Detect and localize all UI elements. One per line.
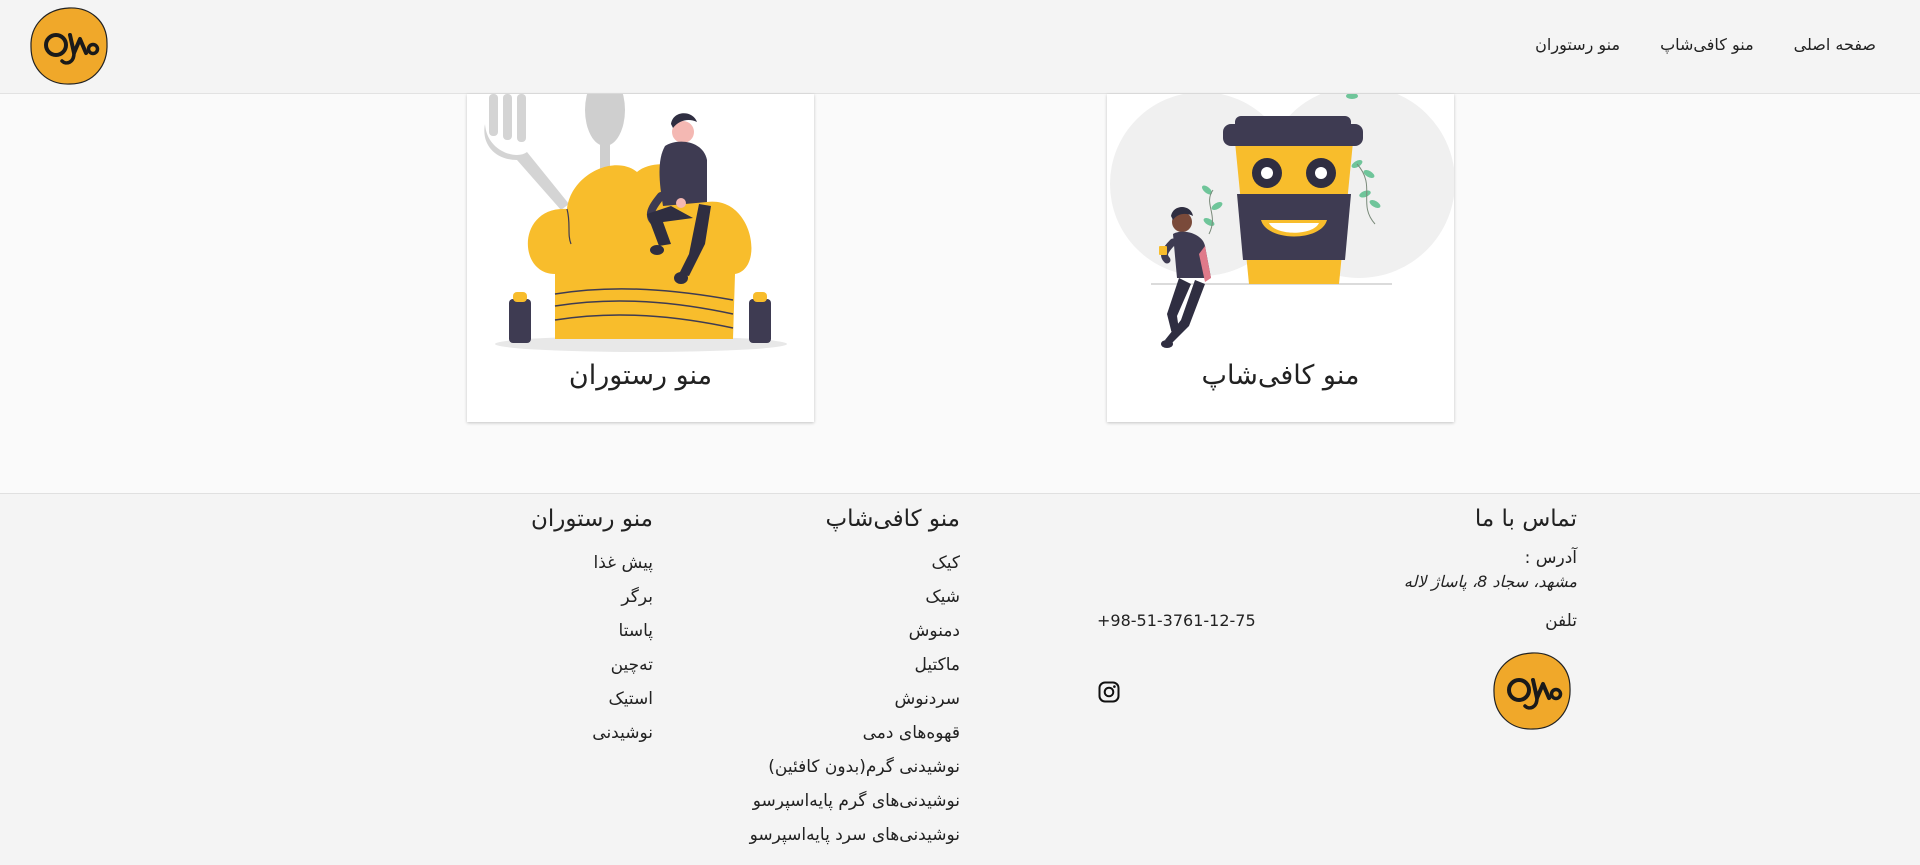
nav-restaurant-menu-link[interactable]: منو رستوران (1535, 35, 1620, 54)
restaurant-menu-list: پیش غذا برگر پاستا ته‌چین استیک نوشیدنی (453, 546, 653, 750)
restaurant-menu-link[interactable]: پاستا (619, 621, 653, 641)
restaurant-menu-item: ته‌چین (453, 648, 653, 682)
restaurant-menu-link[interactable]: استیک (609, 689, 653, 709)
cafe-menu-item: قهوه‌های دمی (700, 716, 960, 750)
cafe-card-title: منو کافی‌شاپ (1201, 360, 1360, 391)
nav-cafe-menu-link[interactable]: منو کافی‌شاپ (1660, 35, 1754, 54)
restaurant-menu-card[interactable]: منو رستوران (467, 94, 814, 422)
site-header: صفحه اصلی منو کافی‌شاپ منو رستوران (0, 0, 1920, 94)
cafe-menu-item: دمنوش (700, 614, 960, 648)
restaurant-menu-item: استیک (453, 682, 653, 716)
cafe-menu-list: کیک شیک دمنوش ماکتیل سردنوش قهوه‌های دمی… (700, 546, 960, 852)
cafe-menu-item: نوشیدنی‌های سرد پایه‌اسپرسو (700, 818, 960, 852)
cafe-menu-link[interactable]: سردنوش (895, 689, 960, 709)
brand-logo-icon (30, 7, 108, 85)
restaurant-menu-section: منو رستوران پیش غذا برگر پاستا ته‌چین اس… (453, 506, 653, 750)
restaurant-menu-item: نوشیدنی (453, 716, 653, 750)
footer-logo-icon (1493, 652, 1571, 730)
contact-title: تماس با ما (1474, 506, 1577, 532)
nav-home-link[interactable]: صفحه اصلی (1794, 35, 1876, 54)
cafe-menu-item: نوشیدنی گرم(بدون کافئین) (700, 750, 960, 784)
restaurant-menu-link[interactable]: برگر (621, 587, 653, 607)
restaurant-menu-title: منو رستوران (530, 506, 653, 532)
cafe-menu-link[interactable]: دمنوش (909, 621, 960, 641)
cafe-menu-link[interactable]: قهوه‌های دمی (863, 723, 960, 743)
cafe-menu-item: نوشیدنی‌های گرم پایه‌اسپرسو (700, 784, 960, 818)
restaurant-menu-link[interactable]: ته‌چین (611, 655, 653, 675)
site-footer: تماس با ما آدرس : مشهد، سجاد 8، پاساژ لا… (0, 493, 1920, 865)
cafe-menu-link[interactable]: ماکتیل (914, 655, 960, 675)
restaurant-menu-item: برگر (453, 580, 653, 614)
instagram-icon[interactable] (1097, 680, 1121, 704)
restaurant-menu-item: پاستا (453, 614, 653, 648)
restaurant-menu-link[interactable]: پیش غذا (594, 553, 653, 573)
cafe-menu-item: ماکتیل (700, 648, 960, 682)
contact-section: تماس با ما آدرس : مشهد، سجاد 8، پاساژ لا… (1097, 506, 1577, 738)
cafe-menu-item: سردنوش (700, 682, 960, 716)
phone-value[interactable]: +98-51-3761-12-75 (1097, 604, 1256, 638)
restaurant-menu-item: پیش غذا (453, 546, 653, 580)
phone-row: تلفن +98-51-3761-12-75 (1097, 604, 1577, 638)
restaurant-menu-link[interactable]: نوشیدنی (592, 723, 653, 743)
main-nav: صفحه اصلی منو کافی‌شاپ منو رستوران (1535, 35, 1876, 54)
chef-hat-illustration (484, 94, 787, 352)
cafe-menu-card[interactable]: منو کافی‌شاپ (1107, 94, 1454, 422)
address-label: آدرس : (1524, 548, 1577, 568)
cafe-menu-section: منو کافی‌شاپ کیک شیک دمنوش ماکتیل سردنوش… (700, 506, 960, 852)
cafe-menu-link[interactable]: نوشیدنی‌های سرد پایه‌اسپرسو (750, 825, 960, 845)
cafe-menu-item: شیک (700, 580, 960, 614)
cafe-menu-link[interactable]: شیک (925, 587, 960, 607)
brand-logo[interactable] (28, 5, 110, 87)
cafe-menu-link[interactable]: نوشیدنی گرم(بدون کافئین) (768, 757, 960, 777)
cafe-menu-title: منو کافی‌شاپ (825, 506, 960, 532)
cafe-menu-item: کیک (700, 546, 960, 580)
address-value: مشهد، سجاد 8، پاساژ لاله (1403, 572, 1577, 591)
coffee-cup-illustration (1110, 94, 1454, 348)
phone-label: تلفن (1545, 611, 1577, 631)
restaurant-card-title: منو رستوران (568, 360, 713, 391)
cafe-menu-link[interactable]: نوشیدنی‌های گرم پایه‌اسپرسو (753, 791, 960, 811)
contact-bottom (1097, 648, 1577, 738)
cafe-menu-link[interactable]: کیک (932, 553, 960, 573)
